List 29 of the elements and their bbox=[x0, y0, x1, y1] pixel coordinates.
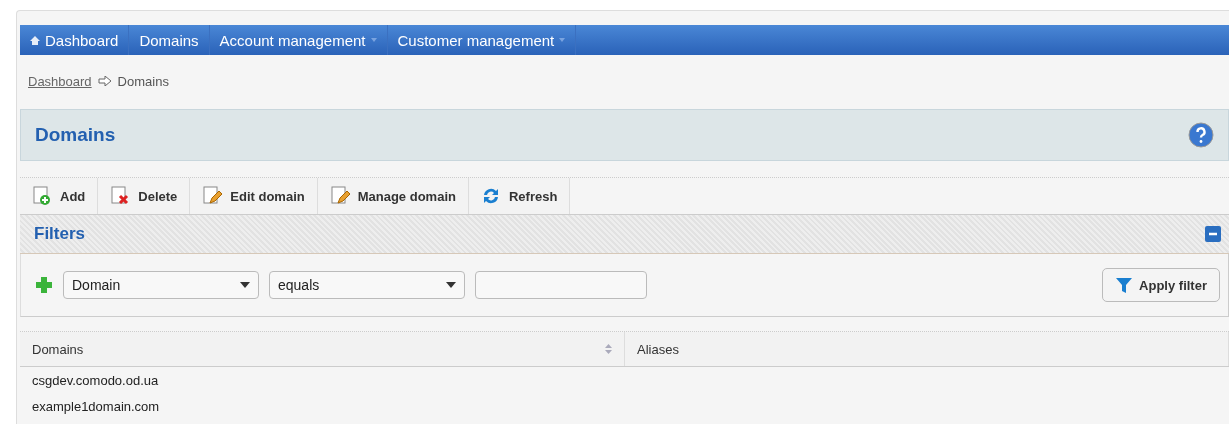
nav-menu-item[interactable]: Dashboard bbox=[20, 25, 130, 55]
add-document-icon bbox=[32, 186, 52, 206]
nav-menu-item[interactable]: Account management bbox=[209, 25, 388, 55]
nav-menu-item[interactable]: Customer management bbox=[387, 25, 577, 55]
caret-icon bbox=[559, 38, 566, 42]
breadcrumb-link[interactable]: Dashboard bbox=[28, 73, 92, 89]
caret-icon bbox=[370, 38, 377, 42]
edit-document-icon bbox=[202, 186, 223, 206]
table-cell-text: csgdev.comodo.od.ua bbox=[31, 371, 160, 390]
caret-icon bbox=[240, 282, 250, 288]
page-title: Domains bbox=[35, 124, 116, 146]
delete-document-icon bbox=[110, 186, 131, 206]
help-icon[interactable] bbox=[1188, 122, 1214, 148]
table-cell-text: example1domain.com bbox=[31, 397, 161, 416]
arrow-right-icon bbox=[97, 76, 112, 86]
sort-icon bbox=[605, 344, 612, 354]
field-dropdown[interactable]: Domain bbox=[63, 271, 259, 299]
operator-dropdown[interactable]: equals bbox=[269, 271, 465, 299]
filter-value-field[interactable] bbox=[475, 271, 647, 299]
caret-icon bbox=[446, 282, 456, 288]
filters-title: Filters bbox=[34, 224, 86, 244]
funnel-icon bbox=[1115, 276, 1134, 294]
collapse-button[interactable] bbox=[1205, 226, 1221, 242]
home-icon bbox=[30, 35, 40, 45]
add-icon[interactable] bbox=[35, 276, 53, 294]
edit-document-icon bbox=[329, 186, 350, 206]
nav-menu-item[interactable]: Domains bbox=[129, 25, 210, 55]
apply-filter-button[interactable]: Apply filter bbox=[1102, 268, 1220, 302]
breadcrumb-current: Domains bbox=[117, 73, 169, 89]
